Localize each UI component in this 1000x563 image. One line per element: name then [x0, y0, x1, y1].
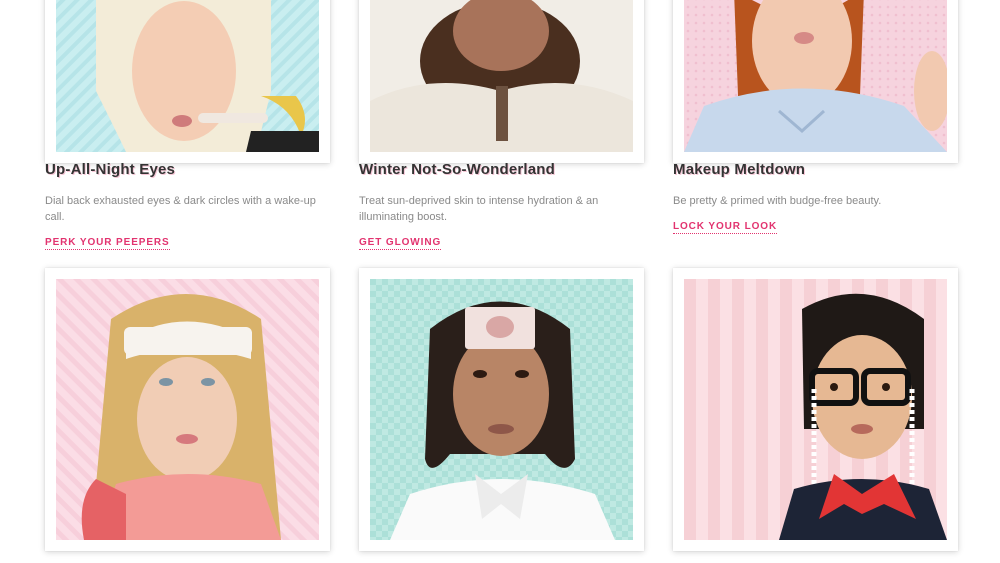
- product-card-3-image-frame[interactable]: [673, 0, 958, 163]
- product-photo[interactable]: [56, 279, 319, 540]
- product-card-2-description: Treat sun-deprived skin to intense hydra…: [359, 195, 599, 223]
- product-card-1-image-frame[interactable]: [45, 0, 330, 163]
- product-card-4-image-frame[interactable]: [45, 268, 330, 551]
- product-card-6-image-frame[interactable]: [673, 268, 958, 551]
- product-photo[interactable]: [370, 0, 633, 152]
- product-card-2-cta-link[interactable]: GET GLOWING: [359, 237, 442, 250]
- product-photo[interactable]: [56, 0, 319, 152]
- product-card-3-title[interactable]: Makeup Meltdown: [673, 161, 805, 178]
- product-card-1-title[interactable]: Up-All-Night Eyes: [45, 161, 175, 178]
- product-card-2-title[interactable]: Winter Not-So-Wonderland: [359, 161, 555, 178]
- product-card-3-cta-link[interactable]: LOCK YOUR LOOK: [673, 221, 778, 234]
- product-card-1-description: Dial back exhausted eyes & dark circles …: [45, 195, 316, 223]
- product-photo[interactable]: [684, 279, 947, 540]
- product-card-3-description: Be pretty & primed with budge-free beaut…: [673, 195, 882, 207]
- product-card-2-image-frame[interactable]: [359, 0, 644, 163]
- product-card-5-image-frame[interactable]: [359, 268, 644, 551]
- product-photo[interactable]: [684, 0, 947, 152]
- product-card-1-cta-link[interactable]: PERK YOUR PEEPERS: [45, 237, 170, 250]
- product-photo[interactable]: [370, 279, 633, 540]
